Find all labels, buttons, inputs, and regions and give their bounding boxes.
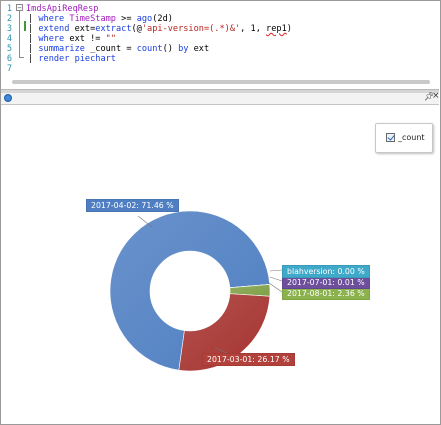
code-token: ext != [64,34,106,44]
code-token: ext= [69,24,96,34]
code-token: (@ [131,24,142,34]
data-label-2017-03-01: 2017-03-01: 26.17 % [202,353,295,366]
line-number: 4 [6,34,12,44]
leader-line [269,276,283,282]
results-toolbar: 📌︎ × [1,91,440,105]
code-token: ) [286,24,292,34]
code-token: , 1, [240,24,267,34]
line-number: 5 [6,44,12,54]
code-token: 'api-version=(.*)&' [141,24,241,34]
line-number: 7 [6,64,12,74]
data-label-2017-04-02: 2017-04-02: 71.46 % [86,199,179,212]
code-token: extend [38,24,70,34]
code-token: where [38,14,65,24]
code-token: summarize [38,44,85,54]
code-line[interactable]: | where ext != "" [28,34,116,44]
code-token: TimeStamp [64,14,122,24]
globe-icon [4,94,12,102]
code-token: count [136,44,163,54]
code-token: ext [188,44,210,54]
code-token: ImdsApiReqResp [26,4,99,14]
query-editor[interactable]: 1 2 3 4 5 6 7 − ImdsApiReqResp | where Ti… [1,1,439,89]
code-token: where [38,34,65,44]
code-token: | [28,24,39,34]
code-token: render [38,54,70,64]
leader-line [269,269,283,272]
collapse-toggle-icon[interactable]: − [16,4,23,12]
data-label-blahversion: blahversion: 0.00 % [282,265,370,278]
code-line[interactable]: | where TimeStamp >= ago(2d) [28,14,173,24]
code-line[interactable]: | summarize _count = count() by ext [28,44,209,54]
code-token: piechart [69,54,116,64]
pie-chart [109,210,283,372]
code-line[interactable]: ImdsApiReqResp [26,4,98,14]
fold-guide-end [19,57,24,58]
code-line[interactable]: | render piechart [28,54,116,64]
chart-legend[interactable]: _count [375,123,433,153]
code-token: _count = [84,44,137,54]
line-number: 1 [6,4,12,14]
fold-guide-line [19,11,20,57]
code-token: ago [136,14,153,24]
horizontal-scrollbar-thumb[interactable] [12,80,430,84]
leader-line [268,282,283,293]
code-token: | [28,54,39,64]
code-token: rep1 [266,24,287,34]
line-number-gutter: 1 2 3 4 5 6 7 [1,1,14,89]
line-number: 6 [6,54,12,64]
code-token: | [28,44,39,54]
code-line[interactable]: | extend ext=extract(@'api-version=(.*)&… [28,24,292,34]
chart-area [1,105,439,422]
code-token: () [162,44,179,54]
code-token: | [28,34,39,44]
code-token: by [178,44,189,54]
code-token: (2d) [152,14,173,24]
line-number: 2 [6,14,12,24]
changed-line-marker [24,21,26,31]
code-token: >= [121,14,137,24]
code-token: extract [95,24,132,34]
line-number: 3 [6,24,12,34]
code-token: | [28,14,39,24]
legend-checkbox[interactable] [386,133,395,142]
legend-label: _count [398,133,425,142]
close-icon[interactable]: × [432,91,440,101]
code-token: "" [105,34,116,44]
